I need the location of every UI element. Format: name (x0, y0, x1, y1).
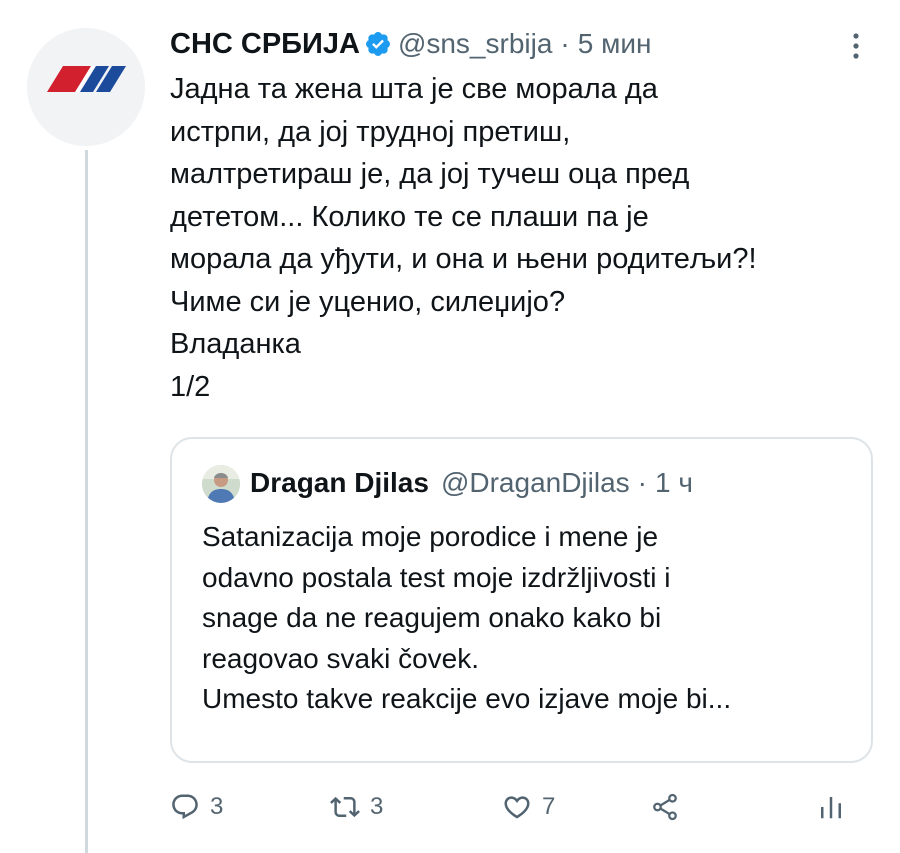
header-separator: · (560, 28, 570, 59)
person-avatar-icon (202, 465, 240, 503)
author-handle[interactable]: @sns_srbija (398, 28, 552, 60)
quoted-author-handle[interactable]: @DraganDjilas (441, 467, 630, 499)
reply-icon (172, 794, 198, 820)
sns-logo-icon (27, 28, 145, 146)
like-count: 7 (542, 793, 556, 820)
tweet-text: Јадна та жена шта је све морала да истрп… (170, 73, 757, 403)
share-icon (653, 793, 677, 821)
author-display-name[interactable]: СНС СРБИЈА (170, 28, 360, 61)
quoted-author-avatar[interactable] (202, 465, 240, 503)
quoted-tweet-time[interactable]: 1 ч (655, 467, 693, 499)
retweet-icon (330, 796, 360, 818)
like-button[interactable]: 7 (502, 785, 555, 829)
author-avatar[interactable] (27, 28, 145, 146)
heart-icon (504, 796, 530, 819)
quoted-header-separator: · (637, 467, 647, 498)
tweet[interactable]: СНС СРБИЈА @sns_srbija · 5 мин Јадна та … (0, 0, 900, 853)
quoted-tweet-text: Satanizacija moje porodice i mene je oda… (202, 521, 732, 714)
quoted-tweet[interactable]: Dragan Djilas @DraganDjilas · 1 ч Satani… (170, 437, 873, 763)
analytics-icon (821, 797, 841, 819)
retweet-button[interactable]: 3 (330, 785, 383, 829)
more-vertical-icon (853, 33, 859, 59)
reply-count: 3 (210, 793, 224, 820)
retweet-count: 3 (370, 793, 384, 820)
reply-button[interactable]: 3 (170, 785, 223, 829)
share-button[interactable] (650, 785, 680, 829)
verified-badge-icon (364, 30, 392, 58)
tweet-time[interactable]: 5 мин (578, 28, 652, 60)
analytics-button[interactable] (816, 785, 846, 829)
thread-line (85, 150, 88, 853)
more-options-button[interactable] (846, 28, 866, 64)
tweet-actions: 3 3 7 (170, 785, 870, 829)
quoted-author-display-name[interactable]: Dragan Djilas (250, 467, 429, 499)
tweet-header: СНС СРБИЈА @sns_srbija · 5 мин (170, 22, 651, 66)
quoted-tweet-header: Dragan Djilas @DraganDjilas · 1 ч (250, 461, 693, 505)
